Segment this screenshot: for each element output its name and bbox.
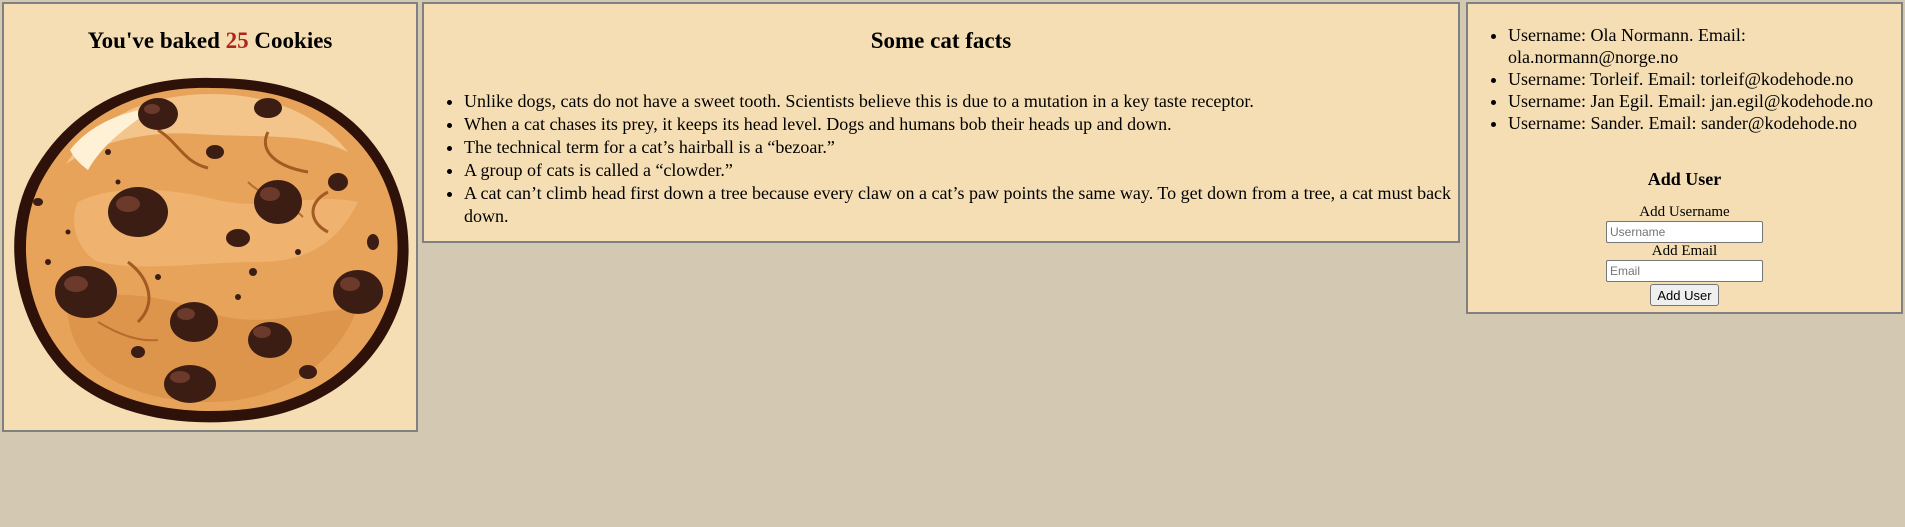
user-list: Username: Ola Normann. Email: ola.norman…: [1468, 24, 1898, 134]
cat-facts-title: Some cat facts: [870, 28, 1012, 53]
user-list-item: Username: Torleif. Email: torleif@kodeho…: [1508, 68, 1898, 90]
add-user-form: Add User Add Username Add Email Add User: [1468, 168, 1901, 306]
cookie-title-prefix: You've baked: [87, 28, 220, 53]
cat-fact-item: When a cat chases its prey, it keeps its…: [464, 113, 1484, 136]
email-label: Add Email: [1651, 243, 1718, 259]
chocolate-chip-cookie-icon: [14, 77, 409, 423]
user-list-item: Username: Ola Normann. Email: ola.norman…: [1508, 24, 1898, 68]
cat-fact-item: Unlike dogs, cats do not have a sweet to…: [464, 90, 1484, 113]
cookie-button[interactable]: [8, 72, 414, 428]
cookie-title-suffix: Cookies: [254, 28, 333, 53]
user-list-item: Username: Jan Egil. Email: jan.egil@kode…: [1508, 90, 1898, 112]
cookie-panel: You've baked 25 Cookies: [2, 2, 418, 432]
cat-facts-panel: Some cat facts Unlike dogs, cats do not …: [422, 2, 1460, 243]
cookie-count: 25: [225, 28, 249, 53]
cat-fact-item: A group of cats is called a “clowder.”: [464, 159, 1484, 182]
cat-fact-item: The technical term for a cat’s hairball …: [464, 136, 1484, 159]
add-user-title: Add User: [1647, 169, 1722, 189]
user-list-item: Username: Sander. Email: sander@kodehode…: [1508, 112, 1898, 134]
add-user-button[interactable]: Add User: [1650, 284, 1719, 306]
username-input[interactable]: [1606, 221, 1763, 243]
email-input[interactable]: [1606, 260, 1763, 282]
cat-fact-item: A cat can’t climb head first down a tree…: [464, 182, 1484, 228]
users-panel: Username: Ola Normann. Email: ola.norman…: [1466, 2, 1903, 314]
cat-facts-list: Unlike dogs, cats do not have a sweet to…: [424, 90, 1484, 228]
cookie-counter-title: You've baked 25 Cookies: [4, 28, 416, 54]
username-label: Add Username: [1639, 204, 1730, 220]
